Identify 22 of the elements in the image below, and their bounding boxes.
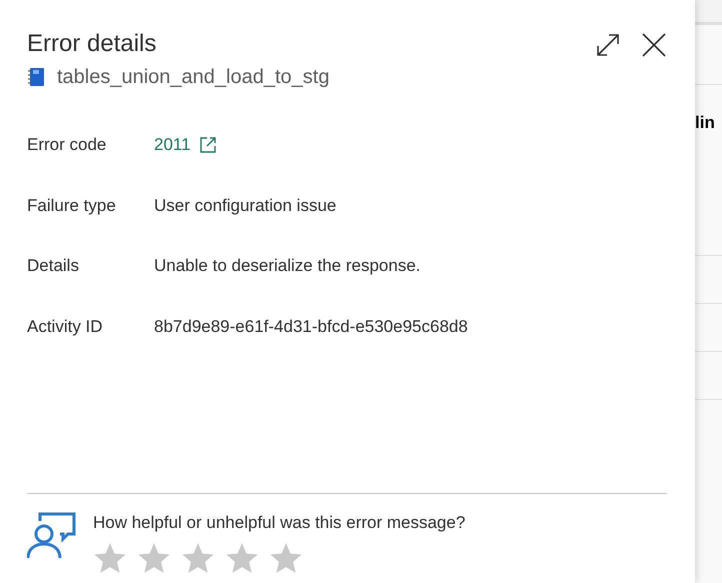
field-label: Failure type bbox=[27, 194, 117, 216]
star-icon[interactable] bbox=[137, 541, 171, 575]
feedback-person-icon bbox=[27, 512, 77, 560]
star-icon[interactable] bbox=[225, 541, 259, 575]
field-value: User configuration issue bbox=[154, 194, 336, 216]
column-header: lin bbox=[695, 112, 716, 134]
field-label: Activity ID bbox=[27, 316, 104, 338]
notebook-icon bbox=[27, 67, 45, 87]
star-icon[interactable] bbox=[269, 541, 303, 575]
external-link-icon bbox=[198, 136, 217, 154]
error-code-link[interactable]: 2011 bbox=[154, 132, 217, 158]
star-icon[interactable] bbox=[181, 541, 215, 575]
expand-icon[interactable] bbox=[595, 32, 621, 58]
pipeline-name: tables_union_and_load_to_stg bbox=[57, 65, 330, 90]
feedback-question: How helpful or unhelpful was this error message? bbox=[93, 512, 466, 534]
field-label: Details bbox=[27, 255, 80, 277]
field-value: 8b7d9e89-e61f-4d31-bfcd-e530e95c68d8 bbox=[154, 316, 468, 338]
field-label: Error code bbox=[27, 134, 108, 156]
panel-title: Error details bbox=[27, 29, 158, 59]
star-icon[interactable] bbox=[93, 541, 127, 575]
close-icon[interactable] bbox=[641, 32, 667, 58]
field-value: Unable to deserialize the response. bbox=[154, 255, 420, 277]
